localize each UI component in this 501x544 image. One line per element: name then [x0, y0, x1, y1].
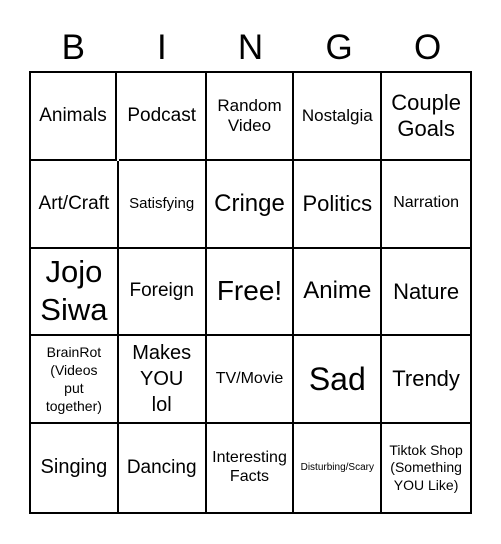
cell-label: Animals	[39, 104, 107, 126]
cell-label: Sad	[308, 360, 366, 397]
bingo-cell[interactable]: Cringe	[206, 160, 295, 249]
cell-label: BrainRot (Videos put together)	[45, 343, 102, 415]
cell-label: Singing	[40, 456, 108, 479]
header-letter-b: B	[61, 28, 85, 67]
bingo-cell[interactable]: Dancing	[119, 424, 207, 512]
bingo-cell[interactable]: Anime	[294, 248, 383, 337]
bingo-cell[interactable]: Jojo Siwa	[31, 248, 119, 337]
bingo-cell[interactable]: Narration	[382, 161, 470, 249]
free-space[interactable]: Free!	[206, 248, 295, 337]
header-letter-n: N	[237, 28, 264, 67]
bingo-cell[interactable]: Podcast	[118, 73, 207, 161]
bingo-cell[interactable]: Nostalgia	[294, 73, 383, 161]
cell-label: Trendy	[392, 366, 460, 392]
cell-label: Nature	[393, 278, 460, 304]
bingo-cell[interactable]: Singing	[31, 424, 119, 512]
header-letter-g: G	[325, 28, 353, 67]
cell-label: Foreign	[129, 280, 194, 302]
cell-label: Free!	[216, 275, 283, 307]
cell-label: Politics	[302, 190, 373, 216]
bingo-cell[interactable]: BrainRot (Videos put together)	[31, 336, 119, 425]
bingo-cell[interactable]: Politics	[294, 160, 383, 249]
bingo-cell[interactable]: Art/Craft	[31, 160, 119, 249]
header-letter-o: O	[414, 28, 442, 67]
cell-label: Interesting Facts	[212, 449, 287, 486]
cell-label: Podcast	[127, 104, 197, 126]
bingo-cell[interactable]: Makes YOU lol	[118, 336, 207, 425]
bingo-cell[interactable]: Trendy	[382, 336, 470, 425]
cell-label: Disturbing/Scary	[300, 462, 374, 474]
cell-label: Cringe	[214, 189, 285, 217]
cell-label: Narration	[393, 194, 459, 212]
bingo-cell[interactable]: Satisfying	[118, 160, 207, 249]
bingo-cell[interactable]: Random Video	[206, 73, 295, 161]
cell-label: Makes YOU lol	[132, 342, 192, 417]
bingo-cell[interactable]: Nature	[382, 249, 470, 337]
bingo-grid: Animals Podcast Random Video Nostalgia C…	[29, 71, 472, 514]
bingo-header: B I N G O	[29, 28, 472, 68]
cell-label: Art/Craft	[38, 192, 110, 214]
bingo-cell[interactable]: Couple Goals	[382, 73, 470, 161]
cell-label: Jojo Siwa	[40, 253, 108, 328]
bingo-cell[interactable]: Disturbing/Scary	[294, 424, 383, 512]
cell-label: Dancing	[126, 456, 197, 478]
cell-label: Couple Goals	[391, 90, 461, 141]
bingo-cell[interactable]: TV/Movie	[206, 336, 295, 425]
bingo-cell[interactable]: Tiktok Shop (Something YOU Like)	[382, 424, 470, 512]
bingo-cell[interactable]: Animals	[31, 73, 117, 161]
bingo-cell[interactable]: Interesting Facts	[207, 424, 295, 512]
cell-label: Satisfying	[129, 194, 195, 212]
cell-label: Random Video	[217, 96, 282, 135]
bingo-cell[interactable]: Sad	[294, 336, 383, 425]
cell-label: TV/Movie	[215, 369, 284, 387]
cell-label: Nostalgia	[301, 105, 373, 125]
header-letter-i: I	[157, 28, 167, 67]
cell-label: Tiktok Shop (Something YOU Like)	[389, 441, 463, 493]
cell-label: Anime	[303, 277, 372, 305]
bingo-cell[interactable]: Foreign	[118, 248, 207, 337]
